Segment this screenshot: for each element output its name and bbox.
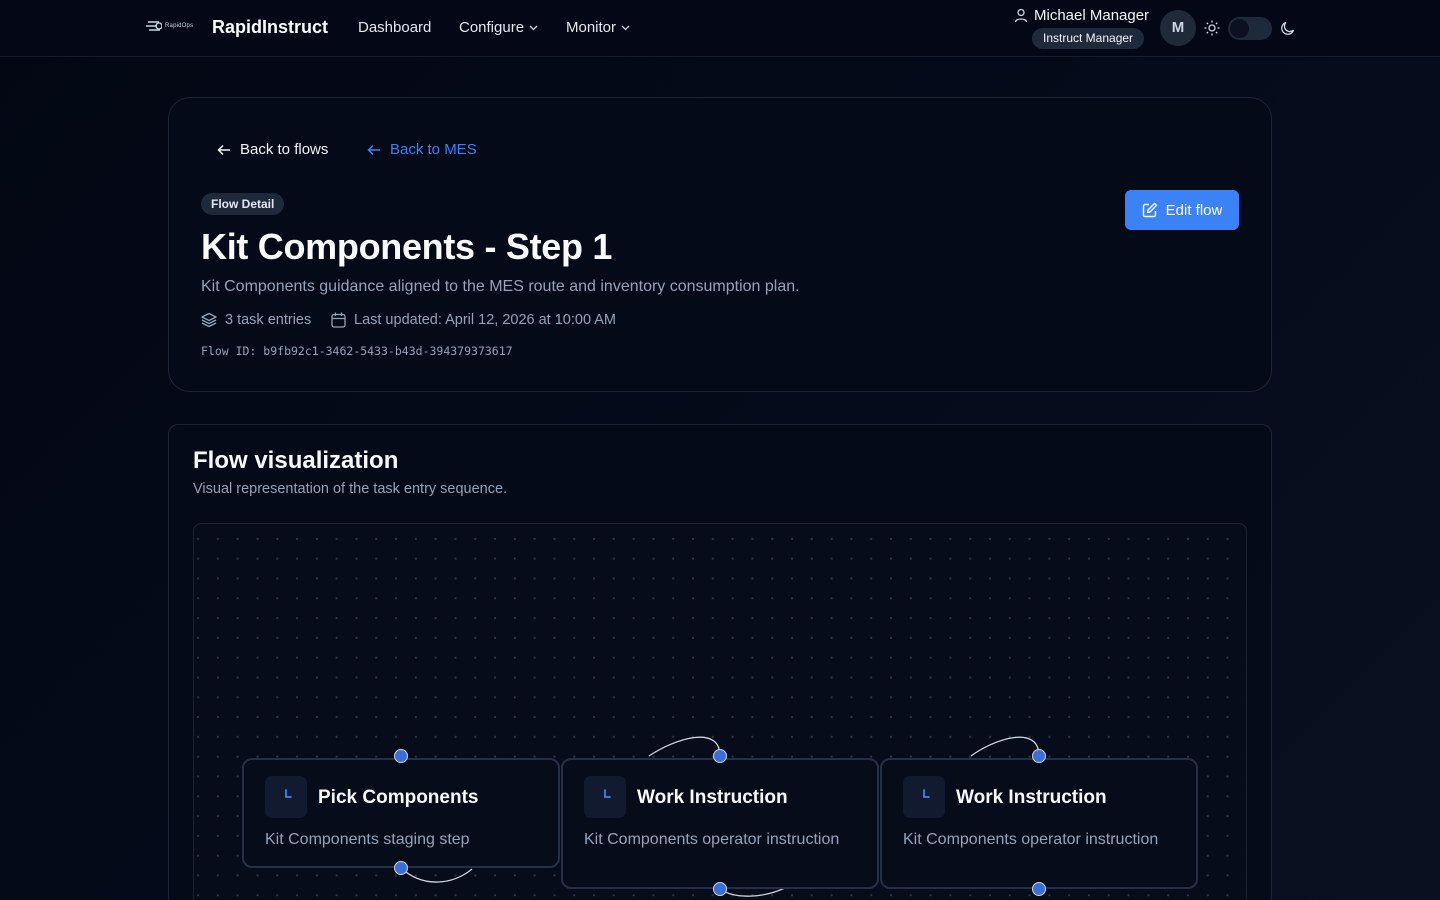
node-icon-container — [265, 776, 307, 818]
nav-configure-label: Configure — [459, 19, 525, 36]
user-icon — [1014, 8, 1028, 23]
flow-visualization-title: Flow visualization — [193, 447, 399, 474]
moon-icon — [1281, 21, 1295, 35]
nav-dashboard-label: Dashboard — [358, 19, 432, 36]
back-to-mes-link[interactable]: Back to MES — [367, 141, 477, 158]
node-input-handle[interactable] — [713, 749, 727, 763]
edit-icon — [1142, 202, 1157, 218]
arrow-left-icon — [367, 144, 380, 155]
node-description: Kit Components staging step — [265, 831, 470, 848]
layers-icon — [201, 312, 217, 328]
node-description: Kit Components operator instruction — [903, 831, 1159, 848]
node-output-handle[interactable] — [1032, 882, 1046, 896]
brand-name[interactable]: RapidInstruct — [212, 17, 328, 38]
last-updated: Last updated: April 12, 2026 at 10:00 AM — [331, 312, 616, 328]
clock-icon — [923, 789, 930, 798]
nav-dashboard[interactable]: Dashboard — [358, 19, 431, 36]
user-role-badge: Instruct Manager — [1032, 28, 1145, 49]
flow-canvas[interactable]: Pick Components Kit Components staging s… — [193, 523, 1247, 900]
edit-flow-label: Edit flow — [1165, 201, 1223, 219]
task-entries-count: 3 task entries — [201, 312, 311, 328]
theme-toggle[interactable] — [1228, 17, 1272, 40]
user-name: Michael Manager — [1014, 7, 1149, 24]
flow-description: Kit Components guidance aligned to the M… — [201, 278, 800, 295]
flow-visualization-subtitle: Visual representation of the task entry … — [193, 481, 508, 497]
flow-edge — [400, 867, 473, 883]
nav-monitor-label: Monitor — [566, 19, 617, 36]
chevron-down-icon — [621, 25, 630, 30]
flow-node-work-instruction-2[interactable]: Work Instruction Kit Components operator… — [880, 758, 1198, 889]
flow-node-pick-components[interactable]: Pick Components Kit Components staging s… — [242, 758, 560, 868]
node-input-handle[interactable] — [394, 749, 408, 763]
logo-mark-icon — [146, 21, 162, 31]
logo-text: RapidOps — [165, 23, 194, 29]
back-to-flows-link[interactable]: Back to flows — [217, 141, 328, 158]
flow-edge — [970, 736, 1040, 757]
nav-monitor[interactable]: Monitor — [566, 19, 630, 36]
back-to-mes-label: Back to MES — [390, 141, 477, 158]
sun-icon — [1204, 20, 1220, 36]
flow-id: Flow ID: b9fb92c1-3462-5433-b43d-3943793… — [201, 344, 513, 358]
back-to-flows-label: Back to flows — [240, 141, 329, 158]
node-icon-container — [584, 776, 626, 818]
task-entries-label: 3 task entries — [225, 312, 312, 328]
clock-icon — [285, 789, 292, 798]
node-output-handle[interactable] — [713, 882, 727, 896]
edit-flow-button[interactable]: Edit flow — [1125, 190, 1239, 230]
arrow-left-icon — [217, 144, 230, 155]
clock-icon — [604, 789, 611, 798]
calendar-icon — [331, 312, 346, 328]
chevron-down-icon — [529, 25, 538, 30]
node-title: Pick Components — [318, 787, 479, 808]
theme-toggle-knob — [1230, 19, 1249, 38]
top-navigation-bar: RapidOps RapidInstruct Dashboard Configu… — [0, 0, 1440, 57]
last-updated-label: Last updated: April 12, 2026 at 10:00 AM — [354, 312, 616, 328]
page-title: Kit Components - Step 1 — [201, 226, 613, 267]
nav-configure[interactable]: Configure — [459, 19, 538, 36]
node-title: Work Instruction — [637, 787, 788, 808]
user-name-label: Michael Manager — [1034, 7, 1150, 24]
node-output-handle[interactable] — [394, 861, 408, 875]
node-description: Kit Components operator instruction — [584, 831, 840, 848]
flow-edge — [648, 736, 721, 757]
flow-node-work-instruction-1[interactable]: Work Instruction Kit Components operator… — [561, 758, 879, 889]
node-title: Work Instruction — [956, 787, 1107, 808]
flow-detail-badge: Flow Detail — [201, 193, 285, 215]
node-input-handle[interactable] — [1032, 749, 1046, 763]
rapidops-logo[interactable]: RapidOps — [146, 19, 193, 33]
avatar[interactable]: M — [1160, 10, 1196, 46]
node-icon-container — [903, 776, 945, 818]
